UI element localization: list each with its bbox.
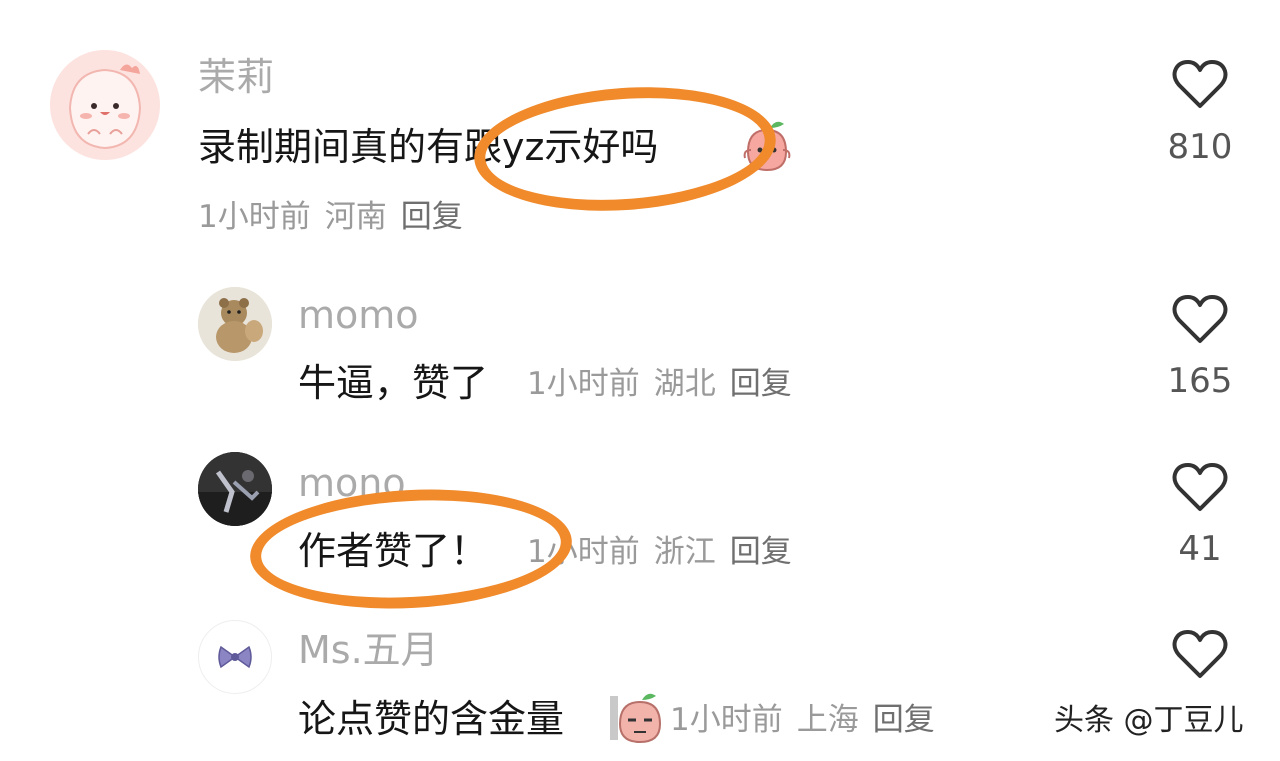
- comment-location: 浙江: [653, 534, 716, 570]
- avatar[interactable]: [198, 620, 272, 694]
- skeptical-peach-emoji-icon: [608, 688, 664, 750]
- reply-button[interactable]: 回复: [873, 705, 935, 736]
- comment-time: 1小时前: [670, 702, 783, 738]
- comment-location: 湖北: [653, 366, 716, 402]
- highlight-ellipse: [247, 481, 575, 617]
- comment-time: 1小时前: [527, 366, 640, 402]
- comment-meta: 1小时前 上海 回复: [670, 705, 949, 736]
- username[interactable]: 茉莉: [198, 58, 274, 96]
- username[interactable]: Ms.五月: [298, 631, 439, 669]
- heart-icon[interactable]: [1171, 58, 1229, 110]
- plush-toy-avatar-icon: [198, 287, 272, 361]
- comment-time: 1小时前: [198, 199, 311, 235]
- dark-photo-avatar-icon: [198, 452, 272, 526]
- watermark: 头条 @丁豆儿: [1054, 703, 1244, 738]
- bow-avatar-icon: [218, 645, 252, 669]
- comment-location: 上海: [796, 702, 859, 738]
- like-count: 41: [1178, 529, 1222, 569]
- avatar[interactable]: [198, 452, 272, 526]
- reply-button[interactable]: 回复: [401, 202, 463, 233]
- pink-blob-avatar-icon: [50, 50, 160, 160]
- comment-meta: 1小时前 河南 回复: [198, 202, 477, 233]
- like-count: 810: [1167, 127, 1233, 167]
- heart-icon[interactable]: [1171, 628, 1229, 680]
- reply-button[interactable]: 回复: [730, 369, 792, 400]
- comment-text: 牛逼，赞了: [298, 361, 489, 405]
- comment-meta: 1小时前 湖北 回复: [527, 369, 806, 400]
- comment-location: 河南: [324, 199, 387, 235]
- reply-button[interactable]: 回复: [730, 537, 792, 568]
- comment-text: 论点赞的含金量: [298, 697, 565, 741]
- heart-icon[interactable]: [1171, 293, 1229, 345]
- avatar[interactable]: [50, 50, 160, 160]
- like-count: 165: [1167, 361, 1233, 401]
- username[interactable]: momo: [298, 296, 419, 334]
- heart-icon[interactable]: [1171, 461, 1229, 513]
- highlight-ellipse: [470, 77, 780, 221]
- avatar[interactable]: [198, 287, 272, 361]
